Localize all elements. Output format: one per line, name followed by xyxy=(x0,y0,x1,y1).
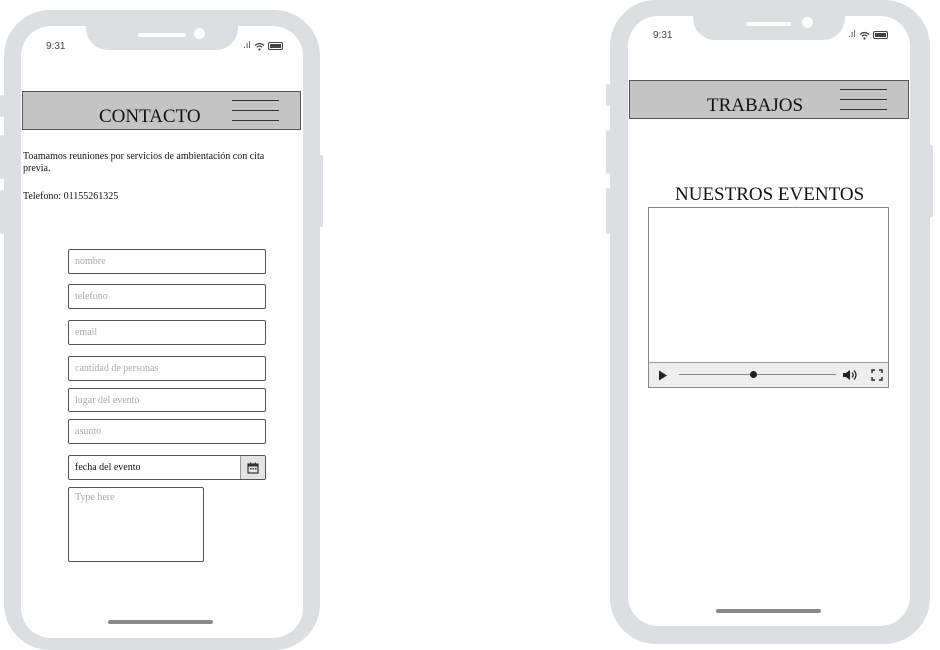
intro-text: Toamamos reuniones por servicios de ambi… xyxy=(23,151,265,174)
phone-speaker xyxy=(138,33,186,37)
phone-contact: 9:31 .ıl CONTACTO Toamamos reuniones por… xyxy=(0,0,330,650)
signal-icon: .ıl xyxy=(243,41,251,51)
calendar-icon[interactable] xyxy=(240,456,265,479)
email-field[interactable]: email xyxy=(68,320,266,345)
status-icons: .ıl xyxy=(243,41,283,51)
volume-icon[interactable] xyxy=(842,369,858,381)
page-title: CONTACTO xyxy=(99,106,201,127)
guests-count-field[interactable]: cantidad de personas xyxy=(68,356,266,381)
play-icon[interactable] xyxy=(658,370,668,381)
event-location-field[interactable]: lugar del evento xyxy=(68,388,266,412)
event-date-label: fecha del evento xyxy=(75,462,141,473)
hamburger-menu-icon[interactable] xyxy=(232,100,279,122)
header-bar: TRABAJOS xyxy=(629,80,909,119)
home-indicator xyxy=(108,620,213,624)
fullscreen-icon[interactable] xyxy=(871,369,883,381)
phone-camera xyxy=(194,28,205,39)
hamburger-menu-icon[interactable] xyxy=(840,89,887,111)
event-date-field[interactable]: fecha del evento xyxy=(68,455,266,480)
video-controls xyxy=(649,362,888,387)
header-bar: CONTACTO xyxy=(22,91,301,130)
battery-icon xyxy=(872,31,888,39)
signal-icon: .ıl xyxy=(848,30,856,40)
battery-icon xyxy=(267,42,283,50)
phone-field[interactable]: telefono xyxy=(68,284,266,309)
wifi-icon xyxy=(859,31,870,40)
wifi-icon xyxy=(254,42,265,51)
status-time: 9:31 xyxy=(653,30,673,41)
home-indicator xyxy=(716,609,821,613)
video-player[interactable] xyxy=(648,207,889,388)
subject-field[interactable]: asunto xyxy=(68,419,266,444)
phone-number-text: Telefono: 01155261325 xyxy=(23,191,119,202)
phone-works: 9:31 .ıl TRABAJOS NUESTROS EVENTOS xyxy=(606,0,940,648)
video-progress-track[interactable] xyxy=(679,374,836,375)
phone-camera xyxy=(802,17,813,28)
status-time: 9:31 xyxy=(46,41,66,52)
phone-speaker xyxy=(746,22,791,26)
video-progress-thumb[interactable] xyxy=(749,371,757,378)
message-textarea[interactable]: Type here xyxy=(68,487,204,562)
status-icons: .ıl xyxy=(848,30,888,40)
page-title: TRABAJOS xyxy=(707,95,804,116)
section-title: NUESTROS EVENTOS xyxy=(675,184,865,205)
name-field[interactable]: nombre xyxy=(68,249,266,274)
